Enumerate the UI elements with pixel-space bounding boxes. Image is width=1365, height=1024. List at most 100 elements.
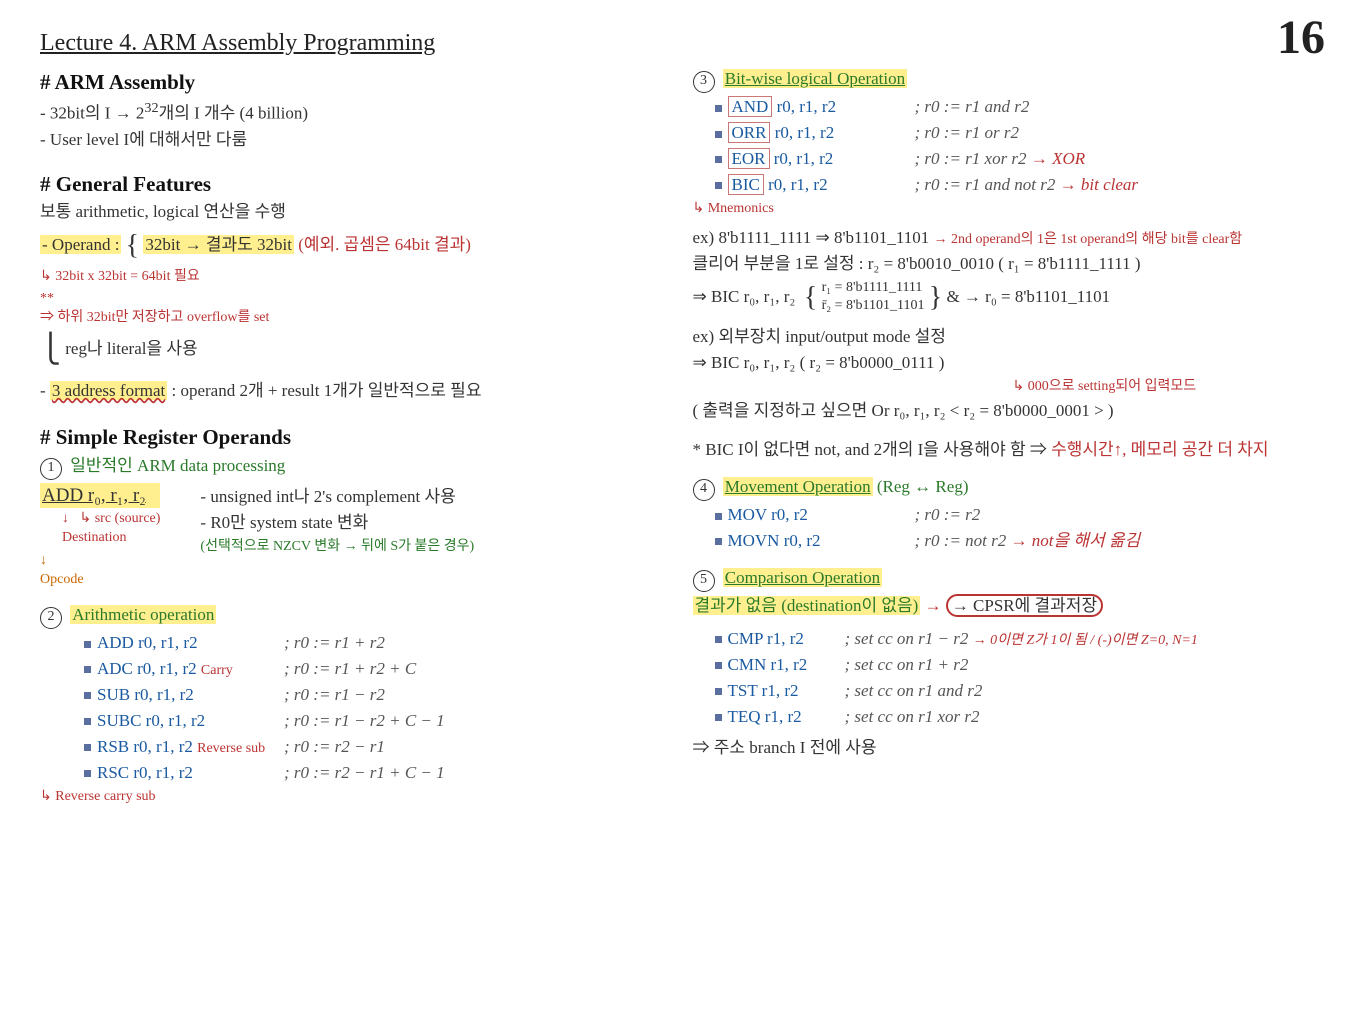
section-arm-assembly: # ARM Assembly — [40, 68, 673, 96]
left-column: # ARM Assembly - 32bit의 I → 232개의 I 개수 (… — [40, 65, 673, 809]
content-columns: # ARM Assembly - 32bit의 I → 232개의 I 개수 (… — [40, 65, 1325, 809]
ex3: ⇒ BIC r₀, r₁, r₂ { r₁ = 8'b1111_1111 r̄₂… — [693, 279, 1326, 317]
bullet-icon — [84, 692, 91, 699]
note2: - R0만 system state 변화 — [200, 512, 474, 535]
opcode-label: ↓Opcode — [40, 552, 160, 590]
gf-line2: - Operand : { 32bit → 결과도 32bit (예외. 곱셈은… — [40, 227, 673, 265]
bullet-icon — [715, 662, 722, 669]
text: 일반적인 ARM data processing — [70, 456, 285, 475]
bullet-icon — [715, 182, 722, 189]
bw-row: AND r0, r1, r2; r0 := r1 and r2 — [715, 96, 1326, 119]
bullet-icon — [84, 641, 91, 648]
bullet-icon — [715, 714, 722, 721]
arith-row: ADD r0, r1, r2; r0 := r1 + r2 — [84, 632, 673, 655]
gf-line3: ↳ 32bit x 32bit = 64bit 필요 — [40, 268, 673, 287]
gf-line1: 보통 arithmetic, logical 연산을 수행 — [40, 201, 673, 224]
add-op-diagram: ADD r₀, r₁, r₂ ↓ ↳ src (source) Destinat… — [40, 483, 160, 590]
mv-list: MOV r0, r2; r0 := r2 MOVN r0, r2; r0 := … — [715, 504, 1326, 553]
note1: - unsigned int나 2's complement 사용 — [200, 486, 474, 509]
operand-head: - Operand : — [40, 235, 121, 254]
operand-32bit: 32bit → 결과도 32bit — [143, 235, 294, 254]
cp-head: 5 Comparison Operation — [693, 567, 1326, 592]
mnem-note: ↳ Mnemonics — [693, 200, 1326, 219]
bullet-icon — [84, 770, 91, 777]
circle-4-icon: 4 — [693, 479, 715, 501]
ex5b: ↳ 000으로 setting되어 입력모드 — [1013, 378, 1326, 397]
text: Bit-wise logical Operation — [723, 69, 907, 88]
ex2: 클리어 부분을 1로 설정 : r₂ = 8'b0010_0010 ( r₁ =… — [693, 253, 1326, 276]
add-op: ADD r₀, r₁, r₂ — [40, 483, 160, 509]
arm-line1: - 32bit의 I → 232개의 I 개수 (4 billion) — [40, 99, 673, 126]
arrow: → — [925, 596, 946, 615]
section-simple-reg: # Simple Register Operands — [40, 423, 673, 451]
arith-row: ADC r0, r1, r2 Carry; r0 := r1 + r2 + C — [84, 658, 673, 681]
gf-line4: ** ⇒ 하위 32bit만 저장하고 overflow를 set — [40, 290, 673, 328]
cp-row: TEQ r1, r2; set cc on r1 xor r2 — [715, 706, 1326, 729]
result: & → r₀ = 8'b1101_1101 — [946, 286, 1110, 305]
text: ⇒ BIC r₀, r₁, r₂ — [693, 286, 796, 305]
cp-foot: ⇒ 주소 branch I 전에 사용 — [693, 737, 1326, 760]
bw-list: AND r0, r1, r2; r0 := r1 and r2 ORR r0, … — [715, 96, 1326, 197]
bw-row: BIC r0, r1, r2; r0 := r1 and not r2 → bi… — [715, 174, 1326, 197]
arith-list: ADD r0, r1, r2; r0 := r1 + r2 ADC r0, r1,… — [84, 632, 673, 785]
text: Arithmetic operation — [70, 605, 216, 624]
bullet-icon — [715, 105, 722, 112]
arith-row: SUBC r0, r1, r2; r0 := r1 − r2 + C − 1 — [84, 710, 673, 733]
ex6: ( 출력을 지정하고 싶으면 Or r₀, r₁, r₂ < r₂ = 8'b0… — [693, 400, 1326, 423]
arm-line2: - User level I에 대해서만 다룸 — [40, 129, 673, 152]
r2bar: r̄₂ = 8'b1101_1101 — [822, 297, 925, 316]
text: ex) 8'b1111_1111 ⇒ 8'b1101_1101 — [693, 228, 930, 247]
dash: - — [40, 381, 50, 400]
section-general-features: # General Features — [40, 170, 673, 198]
arith-row: SUB r0, r1, r2; r0 := r1 − r2 — [84, 684, 673, 707]
src-label: ↓ ↳ src (source) — [62, 510, 160, 529]
circle-3-icon: 3 — [693, 71, 715, 93]
sub2: → CPSR에 결과저장 — [946, 594, 1103, 617]
mv-head: 4 Movement Operation (Reg ↔ Reg) — [693, 476, 1326, 501]
arith-row: RSC r0, r1, r2; r0 := r2 − r1 + C − 1 — [84, 762, 673, 785]
ex5a: ⇒ BIC r₀, r₁, r₂ ( r₂ = 8'b0000_0111 ) — [693, 352, 1326, 375]
rcs-note: ↳ Reverse carry sub — [40, 788, 673, 807]
bullet-icon — [715, 131, 722, 138]
bullet-icon — [715, 538, 722, 545]
cp-list: CMP r1, r2; set cc on r1 − r2 → 0이면 Z가 1… — [715, 628, 1326, 729]
text: Movement Operation — [723, 477, 873, 496]
bw-row: EOR r0, r1, r2; r0 := r1 xor r2 → XOR — [715, 148, 1326, 171]
dest-label: Destination — [62, 529, 160, 548]
bw-row: ORR r0, r1, r2; r0 := r1 or r2 — [715, 122, 1326, 145]
lecture-title: Lecture 4. ARM Assembly Programming — [40, 30, 1325, 57]
bullet-icon — [715, 513, 722, 520]
arith-head: 2 Arithmetic operation — [40, 604, 673, 629]
exp: 32 — [144, 100, 158, 116]
text: reg나 literal을 사용 — [65, 338, 197, 357]
page-number: 16 — [1277, 10, 1325, 65]
bullet-icon — [715, 636, 722, 643]
circle-5-icon: 5 — [693, 570, 715, 592]
operand-except: (예외. 곱셈은 64bit 결과) — [298, 235, 471, 254]
add-op-row: ADD r₀, r₁, r₂ ↓ ↳ src (source) Destinat… — [40, 483, 673, 590]
text: Comparison Operation — [723, 568, 882, 587]
bullet-icon — [715, 688, 722, 695]
mv-row: MOV r0, r2; r0 := r2 — [715, 504, 1326, 527]
sub1: 결과가 없음 (destination이 없음) — [693, 596, 921, 615]
bic-note: * BIC I이 없다면 not, and 2개의 I을 사용해야 함 ⇒ 수행… — [693, 439, 1326, 462]
sub: (Reg ↔ Reg) — [877, 477, 969, 496]
note: → 2nd operand의 1은 1st operand의 해당 bit를 c… — [934, 232, 1243, 247]
right-column: 3 Bit-wise logical Operation AND r0, r1,… — [693, 65, 1326, 809]
bullet-icon — [84, 666, 91, 673]
gf-line5: ⎩ reg나 literal을 사용 — [40, 331, 673, 369]
bullet-icon — [84, 744, 91, 751]
text: ⇒ 하위 32bit만 저장하고 overflow를 set — [40, 310, 269, 325]
cp-sub: 결과가 없음 (destination이 없음) → → CPSR에 결과저장 — [693, 595, 1326, 618]
cp-row: TST r1, r2; set cc on r1 and r2 — [715, 680, 1326, 703]
sr-line1: 1 일반적인 ARM data processing — [40, 455, 673, 480]
bullet-icon — [715, 156, 722, 163]
cp-row: CMP r1, r2; set cc on r1 − r2 → 0이면 Z가 1… — [715, 628, 1326, 651]
note3: (선택적으로 NZCV 변화 → 뒤에 S가 붙은 경우) — [200, 538, 474, 557]
circle-2-icon: 2 — [40, 607, 62, 629]
mv-row: MOVN r0, r2; r0 := not r2 → not을 해서 옮김 — [715, 530, 1326, 553]
text: : operand 2개 + result 1개가 일반적으로 필요 — [167, 381, 481, 400]
add-op-notes: - unsigned int나 2's complement 사용 - R0만 … — [200, 483, 474, 560]
ex4: ex) 외부장치 input/output mode 설정 — [693, 326, 1326, 349]
r1: r₁ = 8'b1111_1111 — [822, 279, 925, 298]
